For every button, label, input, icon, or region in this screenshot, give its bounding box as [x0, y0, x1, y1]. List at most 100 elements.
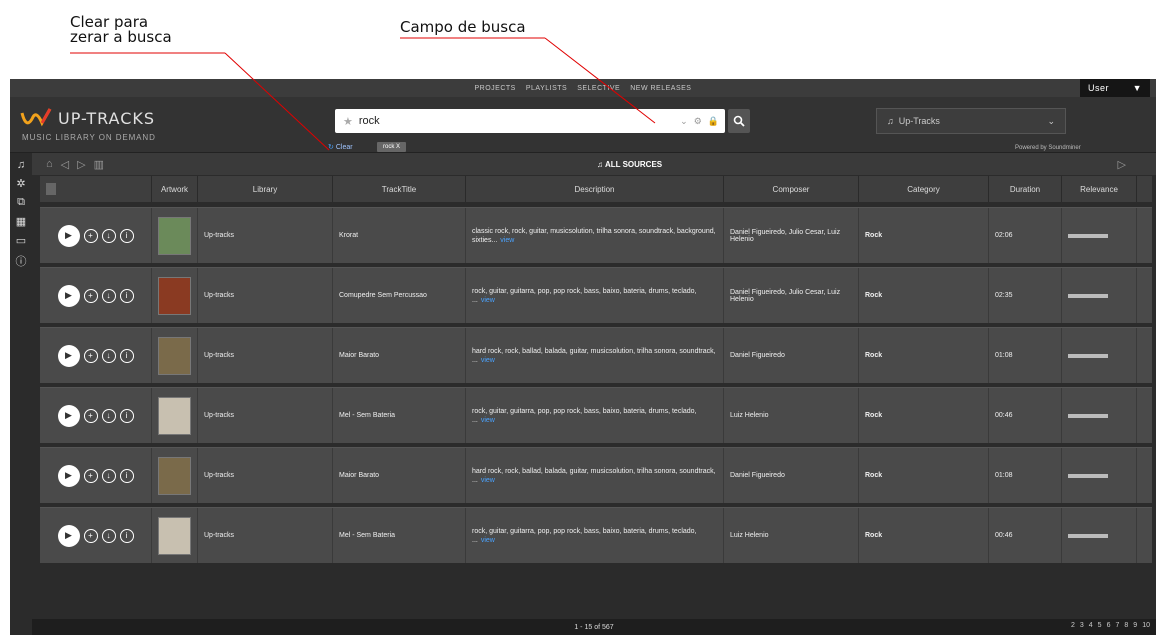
search-term-chip[interactable]: rock X — [377, 142, 407, 152]
add-icon[interactable]: + — [83, 348, 98, 363]
view-link[interactable]: view — [481, 477, 495, 484]
info-icon[interactable]: i — [119, 228, 134, 243]
row-actions: ▶ + ↓ i — [40, 208, 152, 263]
column-tracktitle[interactable]: TrackTitle — [333, 176, 466, 202]
forward-icon[interactable]: ▷ — [77, 158, 85, 171]
play-icon[interactable]: ▶ — [57, 344, 80, 367]
play-icon[interactable]: ▶ — [57, 524, 80, 547]
play-all-icon[interactable]: ▷ — [1118, 158, 1126, 171]
info-icon[interactable]: ⓘ — [16, 253, 27, 269]
star-icon[interactable]: ★ — [343, 115, 353, 128]
page-link[interactable]: 2 — [1071, 622, 1075, 629]
table-row[interactable]: ▶ + ↓ i Up-tracks Mel - Sem Bateria rock… — [40, 387, 1152, 443]
back-icon[interactable]: ◁ — [61, 158, 69, 171]
info-icon[interactable]: i — [119, 288, 134, 303]
column-relevance[interactable]: Relevance — [1062, 176, 1137, 202]
select-all-checkbox[interactable] — [46, 183, 56, 195]
info-icon[interactable]: i — [119, 468, 134, 483]
download-icon[interactable]: ↓ — [101, 288, 116, 303]
table-row[interactable]: ▶ + ↓ i Up-tracks Maior Barato hard rock… — [40, 447, 1152, 503]
artwork-thumbnail[interactable] — [158, 336, 191, 375]
download-icon[interactable]: ↓ — [101, 468, 116, 483]
view-link[interactable]: view — [481, 417, 495, 424]
artwork-thumbnail[interactable] — [158, 276, 191, 315]
home-icon[interactable]: ⌂ — [46, 158, 53, 171]
clear-search-button[interactable]: ↻ Clear — [328, 143, 353, 152]
page-link[interactable]: 9 — [1133, 622, 1137, 629]
tracktitle-cell: Comupedre Sem Percussao — [333, 268, 466, 323]
page-link[interactable]: 8 — [1124, 622, 1128, 629]
table-row[interactable]: ▶ + ↓ i Up-tracks Krorat classic rock, r… — [40, 207, 1152, 263]
duration-cell: 01:08 — [989, 328, 1062, 383]
column-library[interactable]: Library — [198, 176, 333, 202]
view-link[interactable]: view — [481, 357, 495, 364]
user-menu[interactable]: User ▼ — [1080, 79, 1150, 97]
search-button[interactable] — [728, 109, 750, 133]
columns-icon[interactable]: ▥ — [94, 158, 104, 171]
page-link[interactable]: 6 — [1107, 622, 1111, 629]
source-select[interactable]: ♫ Up-Tracks ⌄ — [876, 108, 1066, 134]
column-composer[interactable]: Composer — [724, 176, 859, 202]
grid-icon[interactable]: ▦ — [16, 215, 26, 228]
view-link[interactable]: view — [500, 237, 514, 244]
download-icon[interactable]: ↓ — [101, 348, 116, 363]
relevance-bar — [1068, 473, 1108, 478]
table-row[interactable]: ▶ + ↓ i Up-tracks Mel - Sem Bateria rock… — [40, 507, 1152, 563]
composer-cell: Daniel Figueiredo — [724, 448, 859, 503]
relevance-bar — [1068, 233, 1108, 238]
play-icon[interactable]: ▶ — [57, 284, 80, 307]
artwork-thumbnail[interactable] — [158, 396, 191, 435]
add-icon[interactable]: + — [83, 408, 98, 423]
page-link[interactable]: 3 — [1080, 622, 1084, 629]
table-row[interactable]: ▶ + ↓ i Up-tracks Maior Barato hard rock… — [40, 327, 1152, 383]
nav-selective[interactable]: SELECTIVE — [577, 85, 620, 92]
download-icon[interactable]: ↓ — [101, 228, 116, 243]
sun-icon[interactable]: ✲ — [16, 177, 25, 190]
column-description[interactable]: Description — [466, 176, 724, 202]
description-cell: rock, guitar, guitarra, pop, pop rock, b… — [466, 268, 724, 323]
download-icon[interactable]: ↓ — [101, 528, 116, 543]
column-duration[interactable]: Duration — [989, 176, 1062, 202]
view-link[interactable]: view — [481, 537, 495, 544]
composer-cell: Daniel Figueiredo, Julio Cesar, Luiz Hel… — [724, 208, 859, 263]
add-icon[interactable]: + — [83, 228, 98, 243]
folder-icon[interactable]: ▭ — [16, 234, 26, 247]
description-cell: rock, guitar, guitarra, pop, pop rock, b… — [466, 388, 724, 443]
info-icon[interactable]: i — [119, 408, 134, 423]
copy-icon[interactable]: ⧉ — [17, 196, 25, 209]
view-link[interactable]: view — [481, 297, 495, 304]
nav-new-releases[interactable]: NEW RELEASES — [630, 85, 691, 92]
music-note-icon[interactable]: ♫ — [17, 159, 25, 171]
add-icon[interactable]: + — [83, 288, 98, 303]
page-link[interactable]: 7 — [1115, 622, 1119, 629]
search-field[interactable]: ★ rock ⌄ ⚙ 🔒 — [335, 109, 725, 133]
nav-playlists[interactable]: PLAYLISTS — [526, 85, 567, 92]
all-sources-label[interactable]: ♫ ALL SOURCES — [597, 160, 662, 169]
table-row[interactable]: ▶ + ↓ i Up-tracks Comupedre Sem Percussa… — [40, 267, 1152, 323]
gear-icon[interactable]: ⚙ — [694, 116, 702, 127]
add-icon[interactable]: + — [83, 528, 98, 543]
composer-cell: Luiz Helenio — [724, 508, 859, 563]
page-link[interactable]: 10 — [1142, 622, 1150, 629]
info-icon[interactable]: i — [119, 348, 134, 363]
search-input[interactable]: rock — [359, 115, 680, 127]
select-all-column[interactable] — [40, 176, 152, 202]
brand-logo-icon — [20, 108, 52, 127]
column-category[interactable]: Category — [859, 176, 989, 202]
chevron-down-icon[interactable]: ⌄ — [680, 116, 688, 127]
play-icon[interactable]: ▶ — [57, 404, 80, 427]
nav-projects[interactable]: PROJECTS — [475, 85, 516, 92]
play-icon[interactable]: ▶ — [57, 464, 80, 487]
page-link[interactable]: 4 — [1089, 622, 1093, 629]
page-link[interactable]: 5 — [1098, 622, 1102, 629]
category-cell: Rock — [859, 448, 989, 503]
download-icon[interactable]: ↓ — [101, 408, 116, 423]
column-artwork[interactable]: Artwork — [152, 176, 198, 202]
add-icon[interactable]: + — [83, 468, 98, 483]
artwork-thumbnail[interactable] — [158, 216, 191, 255]
lock-icon[interactable]: 🔒 — [708, 116, 719, 127]
artwork-thumbnail[interactable] — [158, 456, 191, 495]
info-icon[interactable]: i — [119, 528, 134, 543]
play-icon[interactable]: ▶ — [57, 224, 80, 247]
artwork-thumbnail[interactable] — [158, 516, 191, 555]
